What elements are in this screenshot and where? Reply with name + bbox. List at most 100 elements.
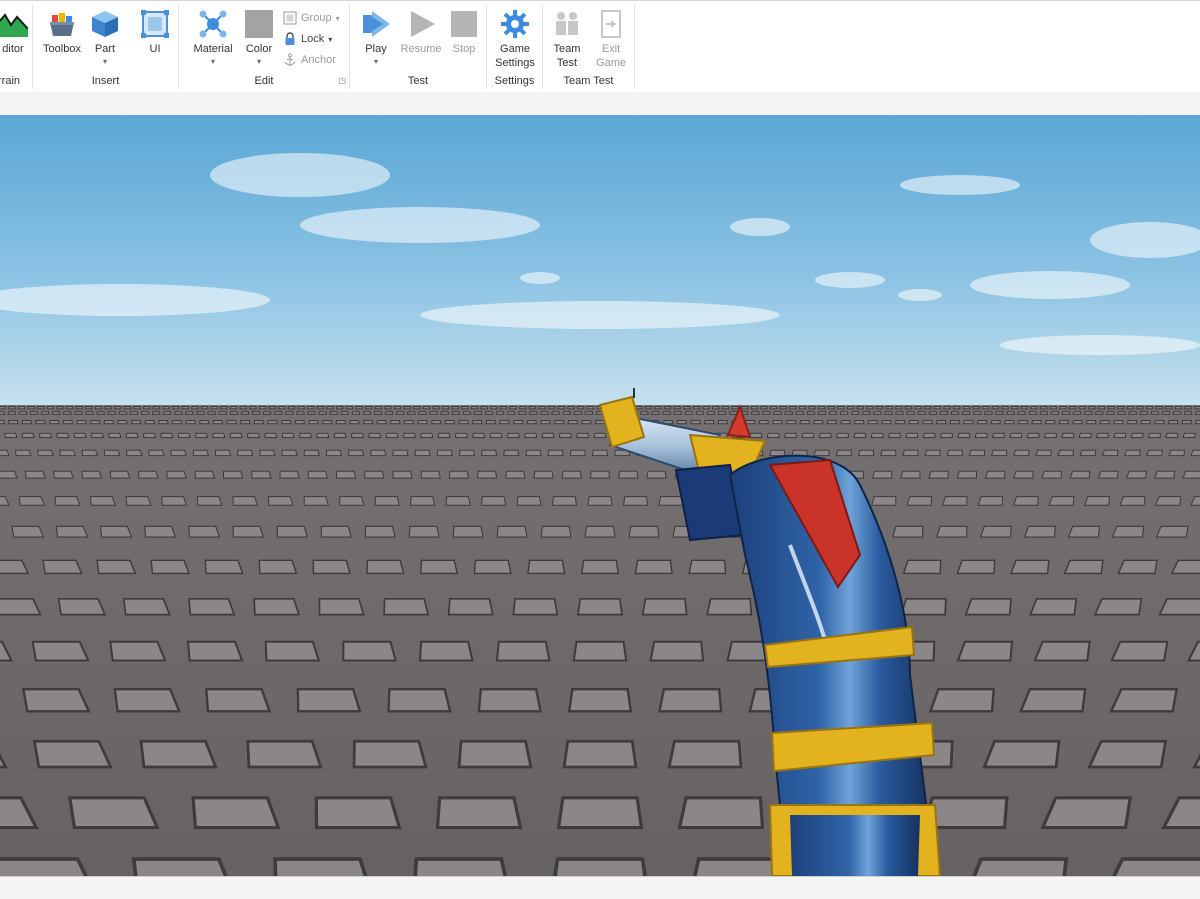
baseplate-stud bbox=[199, 419, 210, 425]
color-button[interactable]: Color ▾ bbox=[239, 9, 279, 66]
baseplate-stud bbox=[485, 419, 497, 425]
baseplate-stud bbox=[984, 470, 1006, 479]
baseplate-stud bbox=[232, 525, 265, 538]
material-button[interactable]: Material ▾ bbox=[189, 9, 237, 66]
baseplate-stud bbox=[24, 470, 46, 479]
baseplate-stud bbox=[1109, 688, 1179, 713]
baseplate-stud bbox=[1097, 470, 1119, 479]
baseplate-stud bbox=[577, 597, 623, 616]
baseplate-stud bbox=[204, 559, 244, 575]
baseplate-stud bbox=[857, 449, 875, 457]
baseplate-stud bbox=[1117, 559, 1158, 575]
baseplate-stud bbox=[990, 449, 1008, 457]
game-settings-button[interactable]: Game Settings bbox=[490, 9, 540, 70]
baseplate-stud bbox=[649, 640, 705, 662]
baseplate-stud bbox=[556, 796, 644, 830]
baseplate-stud bbox=[1023, 525, 1056, 538]
resume-button[interactable]: Resume bbox=[398, 9, 444, 56]
baseplate-stud bbox=[935, 419, 947, 425]
team-test-button[interactable]: Team Test bbox=[547, 9, 587, 70]
baseplate-stud bbox=[8, 419, 19, 425]
baseplate-stud bbox=[584, 411, 594, 415]
baseplate-stud bbox=[541, 432, 555, 439]
material-label: Material bbox=[193, 43, 233, 55]
baseplate-stud bbox=[303, 449, 320, 457]
baseplate-stud bbox=[744, 419, 756, 425]
baseplate-stud bbox=[316, 406, 325, 410]
baseplate-stud bbox=[974, 432, 988, 439]
baseplate-stud bbox=[210, 406, 219, 410]
baseplate-stud bbox=[895, 406, 903, 410]
color-dropdown-caret[interactable]: ▾ bbox=[239, 58, 279, 66]
ui-button[interactable]: UI bbox=[135, 9, 175, 56]
baseplate-stud bbox=[56, 432, 70, 439]
play-icon bbox=[363, 11, 390, 37]
terrain-editor-label: ditor bbox=[2, 43, 24, 55]
baseplate-stud bbox=[0, 857, 88, 876]
baseplate-stud bbox=[769, 406, 778, 410]
group-dropdown-caret[interactable]: ▾ bbox=[336, 14, 340, 23]
baseplate-stud bbox=[914, 406, 923, 410]
scene-canvas[interactable] bbox=[0, 115, 1200, 876]
baseplate-stud bbox=[1117, 411, 1126, 415]
baseplate-stud bbox=[264, 432, 278, 439]
baseplate-stud bbox=[1040, 796, 1133, 830]
baseplate-stud bbox=[392, 470, 413, 479]
baseplate-stud bbox=[547, 449, 564, 457]
exit-game-label-line2: Game bbox=[596, 57, 626, 69]
stop-label: Stop bbox=[452, 43, 476, 55]
lock-dropdown-caret[interactable]: ▾ bbox=[328, 35, 332, 44]
baseplate-stud bbox=[902, 559, 942, 575]
terrain-icon bbox=[0, 11, 28, 37]
baseplate-stud bbox=[364, 406, 373, 410]
baseplate-stud bbox=[900, 470, 921, 479]
baseplate-stud bbox=[374, 406, 383, 410]
baseplate-stud bbox=[499, 406, 508, 410]
baseplate-stud bbox=[634, 559, 673, 575]
baseplate-stud bbox=[1001, 406, 1009, 410]
team-test-label-line2: Test bbox=[556, 57, 578, 69]
baseplate-stud bbox=[472, 419, 483, 425]
exit-game-button[interactable]: Exit Game bbox=[591, 9, 631, 70]
anchor-button[interactable]: Anchor bbox=[283, 53, 336, 67]
baseplate-stud bbox=[67, 796, 160, 830]
3d-viewport[interactable] bbox=[0, 115, 1200, 876]
play-button[interactable]: Play ▾ bbox=[356, 9, 396, 66]
baseplate-stud bbox=[480, 496, 507, 506]
baseplate-stud bbox=[651, 411, 660, 415]
part-button[interactable]: Part ▾ bbox=[85, 9, 125, 66]
baseplate-stud bbox=[151, 411, 161, 415]
baseplate-stud bbox=[158, 419, 169, 425]
baseplate-stud bbox=[836, 432, 849, 439]
terrain-editor-button[interactable]: ditor bbox=[0, 9, 32, 56]
play-dropdown-caret[interactable]: ▾ bbox=[356, 58, 396, 66]
baseplate-stud bbox=[750, 411, 760, 415]
baseplate-stud bbox=[383, 597, 430, 616]
baseplate-stud bbox=[1061, 432, 1075, 439]
baseplate-stud bbox=[355, 406, 363, 410]
toolbar-spacer bbox=[0, 92, 1200, 115]
baseplate-stud bbox=[1087, 739, 1168, 769]
group-button[interactable]: Group ▾ bbox=[283, 11, 340, 25]
game-settings-label-line1: Game bbox=[500, 43, 530, 55]
baseplate-stud bbox=[840, 419, 851, 425]
lock-button[interactable]: Lock ▾ bbox=[283, 32, 332, 46]
part-dropdown-caret[interactable]: ▾ bbox=[85, 58, 125, 66]
toolbox-button[interactable]: Toolbox bbox=[39, 9, 85, 56]
baseplate-stud bbox=[188, 597, 236, 616]
sky bbox=[0, 115, 1200, 410]
baseplate-stud bbox=[81, 470, 103, 479]
baseplate-stud bbox=[1183, 411, 1193, 415]
baseplate-stud bbox=[140, 411, 150, 415]
baseplate-stud bbox=[89, 496, 117, 506]
team-test-label-line1: Team bbox=[553, 43, 581, 55]
baseplate-stud bbox=[376, 419, 387, 425]
toolbox-label: Toolbox bbox=[43, 43, 81, 55]
baseplate-stud bbox=[1044, 419, 1056, 425]
anchor-label: Anchor bbox=[301, 54, 336, 66]
test-group: Play ▾ Resume Stop Test bbox=[350, 5, 487, 89]
baseplate-stud bbox=[837, 406, 845, 410]
material-dropdown-caret[interactable]: ▾ bbox=[189, 58, 237, 66]
stop-button[interactable]: Stop bbox=[446, 9, 482, 56]
baseplate-stud bbox=[7, 406, 16, 410]
